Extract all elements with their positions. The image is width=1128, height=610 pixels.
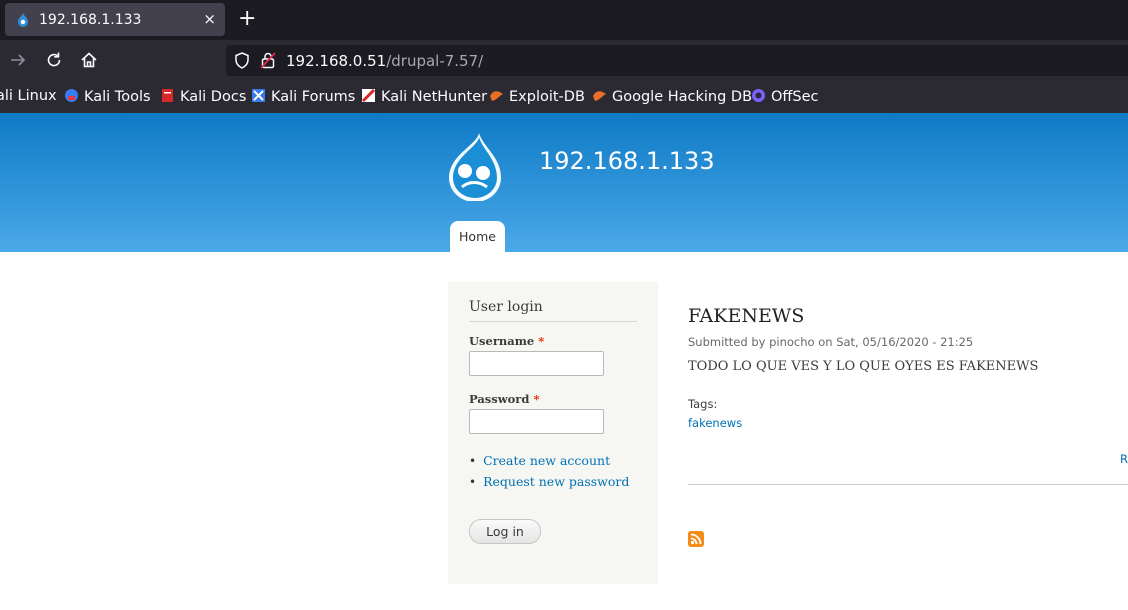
new-tab-button[interactable]: + bbox=[238, 8, 256, 30]
bookmark-kali-nethunter[interactable]: Kali NetHunter bbox=[361, 88, 487, 105]
bookmarks-toolbar: ali Linux Kali Tools Kali Docs Kali Foru… bbox=[0, 81, 1128, 113]
tracking-protection-shield-icon[interactable] bbox=[234, 52, 250, 69]
kali-forums-icon bbox=[252, 89, 265, 102]
bookmark-kali-linux[interactable]: ali Linux bbox=[0, 88, 57, 104]
bookmark-exploit-db[interactable]: Exploit-DB bbox=[489, 88, 585, 105]
log-in-button[interactable]: Log in bbox=[469, 519, 541, 544]
password-label: Password * bbox=[469, 392, 539, 406]
divider bbox=[688, 484, 1128, 485]
browser-tab[interactable]: 192.168.1.133 × bbox=[5, 3, 225, 36]
reload-icon[interactable] bbox=[43, 49, 65, 71]
drupal-logo-icon[interactable] bbox=[445, 131, 505, 201]
bookmark-label: Kali NetHunter bbox=[381, 89, 488, 105]
username-label-text: Username bbox=[469, 334, 535, 348]
drupal-favicon-icon bbox=[18, 13, 28, 27]
forward-arrow-icon[interactable] bbox=[7, 49, 29, 71]
insecure-lock-icon[interactable] bbox=[260, 51, 276, 69]
article-title[interactable]: FAKENEWS bbox=[688, 305, 804, 327]
read-more-link[interactable]: R bbox=[1120, 452, 1128, 466]
block-title: User login bbox=[469, 299, 637, 322]
username-label: Username * bbox=[469, 334, 544, 348]
bookmark-label: Exploit-DB bbox=[509, 89, 585, 105]
article-body: TODO LO QUE VES Y LO QUE OYES ES FAKENEW… bbox=[688, 359, 1039, 374]
tab-strip: 192.168.1.133 × + bbox=[0, 0, 1128, 40]
rss-feed-icon[interactable] bbox=[688, 531, 704, 547]
bookmark-offsec[interactable]: OffSec bbox=[751, 88, 819, 105]
user-login-block: User login Username * Password * Create … bbox=[448, 282, 658, 584]
bookmark-kali-forums[interactable]: Kali Forums bbox=[251, 88, 355, 105]
home-icon[interactable] bbox=[78, 49, 100, 71]
bookmark-label: Kali Forums bbox=[271, 89, 356, 105]
bookmark-kali-tools[interactable]: Kali Tools bbox=[64, 88, 151, 105]
site-name[interactable]: 192.168.1.133 bbox=[539, 147, 715, 175]
exploit-db-icon bbox=[490, 91, 503, 101]
kali-tools-icon bbox=[65, 89, 78, 102]
url-host: 192.168.0.51 bbox=[286, 52, 387, 70]
submitted-info: Submitted by pinocho on Sat, 05/16/2020 … bbox=[688, 335, 974, 349]
navigation-toolbar: 192.168.0.51/drupal-7.57/ bbox=[0, 40, 1128, 81]
bookmark-label: OffSec bbox=[771, 89, 819, 105]
google-hacking-db-icon bbox=[593, 91, 606, 101]
login-links: Create new account Request new password bbox=[469, 453, 629, 495]
close-tab-icon[interactable]: × bbox=[203, 10, 216, 28]
password-field[interactable] bbox=[469, 409, 604, 434]
bookmark-label: Kali Docs bbox=[180, 89, 247, 105]
request-password-link[interactable]: Request new password bbox=[469, 474, 629, 495]
url-bar[interactable]: 192.168.0.51/drupal-7.57/ bbox=[226, 45, 1128, 76]
password-label-text: Password bbox=[469, 392, 530, 406]
tag-link[interactable]: fakenews bbox=[688, 416, 742, 430]
tags-label: Tags: bbox=[688, 397, 718, 411]
url-path: /drupal-7.57/ bbox=[386, 52, 484, 70]
username-field[interactable] bbox=[469, 351, 604, 376]
offsec-icon bbox=[752, 89, 765, 102]
tab-home[interactable]: Home bbox=[450, 221, 505, 252]
bookmark-kali-docs[interactable]: Kali Docs bbox=[160, 88, 246, 105]
bookmark-label: Kali Tools bbox=[84, 89, 151, 105]
site-header: 192.168.1.133 Home bbox=[0, 113, 1128, 252]
required-mark: * bbox=[533, 392, 540, 406]
required-mark: * bbox=[538, 334, 545, 348]
tab-title: 192.168.1.133 bbox=[39, 12, 142, 28]
bookmark-google-hacking-db[interactable]: Google Hacking DB bbox=[592, 88, 752, 105]
kali-docs-icon bbox=[162, 89, 173, 102]
url-text[interactable]: 192.168.0.51/drupal-7.57/ bbox=[286, 52, 483, 70]
bookmark-label: ali Linux bbox=[0, 88, 57, 104]
bookmark-label: Google Hacking DB bbox=[612, 89, 753, 105]
kali-nethunter-icon bbox=[361, 88, 376, 103]
create-account-link[interactable]: Create new account bbox=[469, 453, 629, 474]
